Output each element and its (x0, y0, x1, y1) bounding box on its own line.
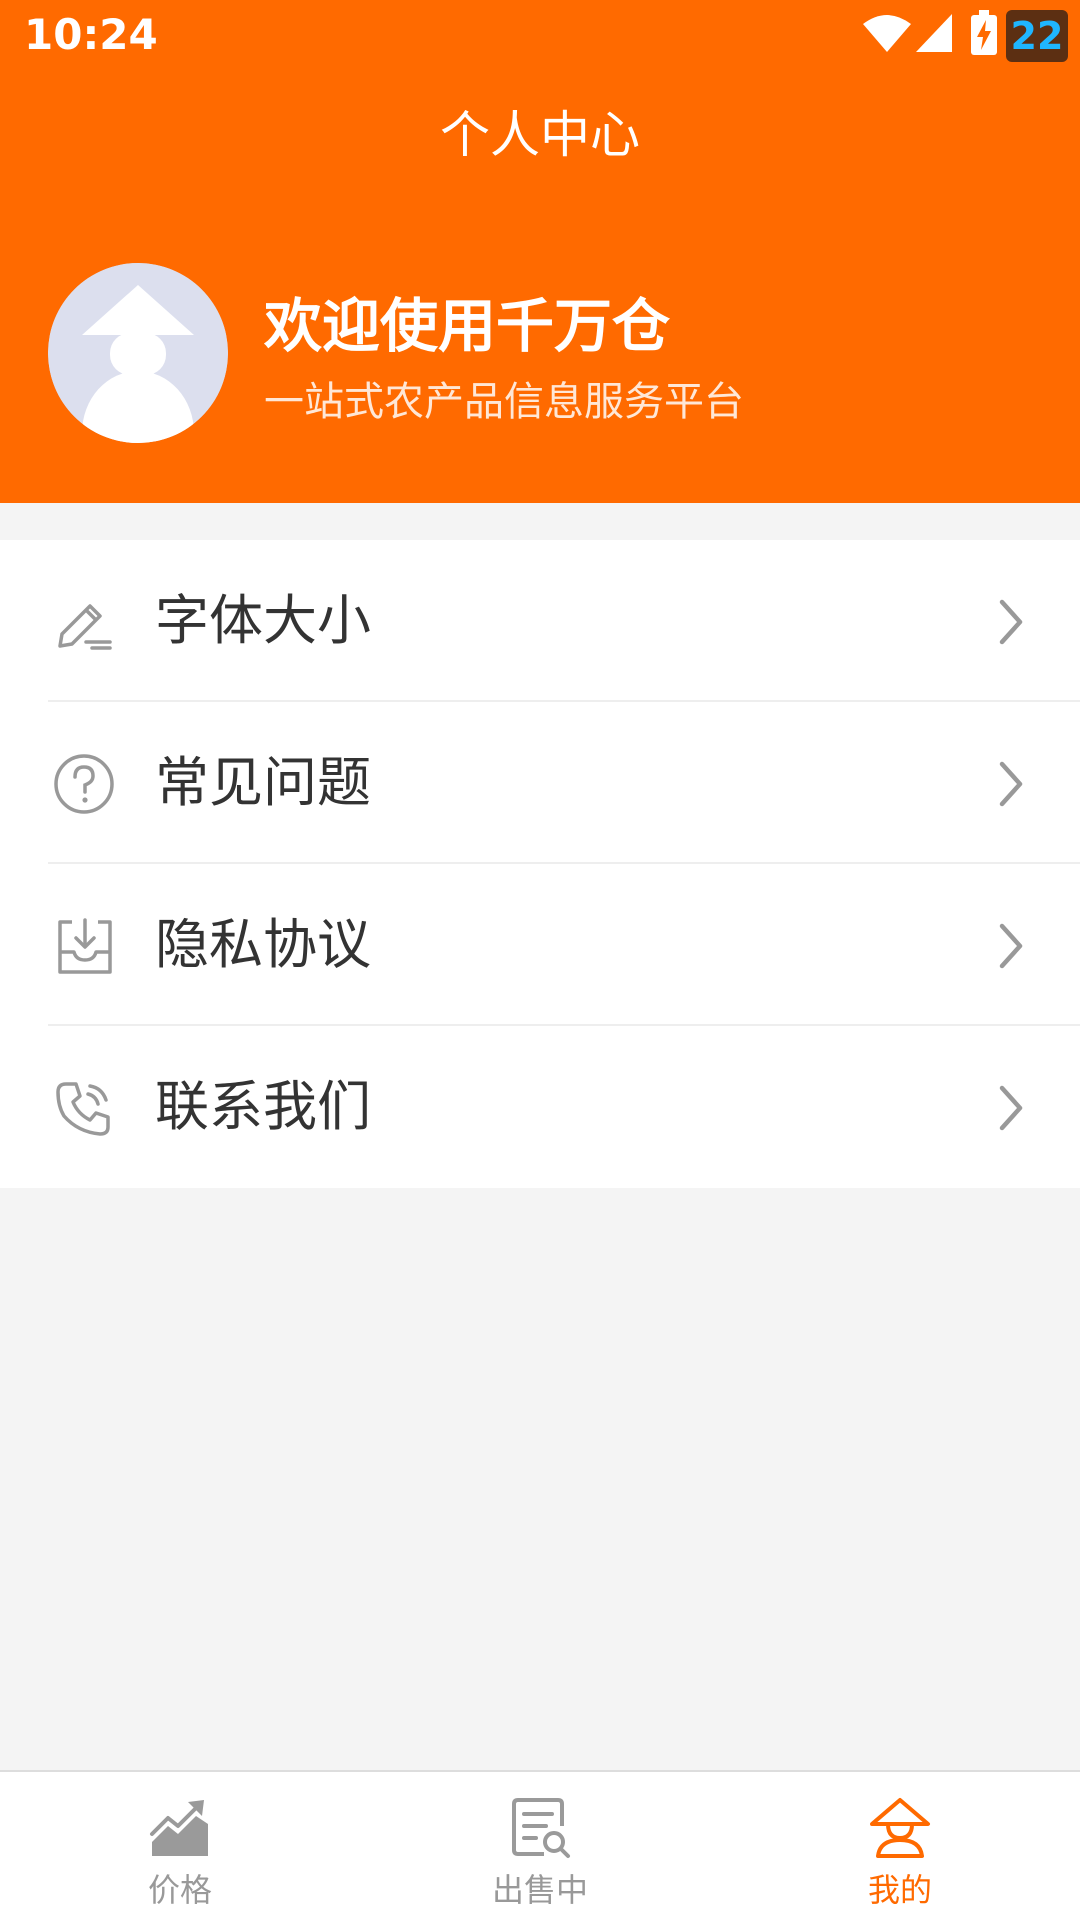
welcome-title: 欢迎使用千万仓 (264, 292, 671, 360)
menu-item-privacy-policy[interactable]: 隐私协议 (0, 864, 1080, 1026)
menu-item-label: 常见问题 (155, 751, 371, 814)
trend-chart-icon (150, 1800, 208, 1856)
chevron-right-icon (999, 923, 1023, 969)
document-search-icon (512, 1798, 570, 1858)
avatar[interactable] (48, 263, 228, 443)
tab-mine[interactable]: 我的 (720, 1772, 1080, 1920)
menu-item-label: 隐私协议 (155, 913, 371, 976)
page-title: 个人中心 (440, 106, 640, 164)
battery-charging-icon (971, 10, 997, 55)
menu-item-label: 联系我们 (155, 1075, 371, 1138)
inbox-download-icon (58, 918, 112, 974)
profile-user-icon (870, 1798, 930, 1858)
chevron-right-icon (999, 761, 1023, 807)
status-bar: 10:24 22 (0, 0, 1080, 72)
question-circle-icon (54, 754, 114, 814)
tab-on-sale[interactable]: 出售中 (360, 1772, 720, 1920)
chevron-right-icon (999, 599, 1023, 645)
status-time: 10:24 (24, 10, 158, 59)
menu-item-label: 字体大小 (155, 589, 371, 652)
tab-label: 价格 (147, 1871, 212, 1909)
tab-price[interactable]: 价格 (0, 1772, 360, 1920)
menu-item-faq[interactable]: 常见问题 (0, 702, 1080, 864)
menu-item-font-size[interactable]: 字体大小 (0, 540, 1080, 702)
tab-label: 出售中 (491, 1871, 588, 1909)
profile-header: 10:24 22 个人中心 欢迎使用千万仓 一站式农产品信息服务平台 (0, 0, 1080, 503)
signal-icon (916, 14, 952, 52)
personal-center-screen: 10:24 22 个人中心 欢迎使用千万仓 一站式农产品信息服务平台 字体大小 … (0, 0, 1080, 1920)
welcome-subtitle: 一站式农产品信息服务平台 (264, 379, 744, 425)
wifi-icon (863, 15, 911, 52)
tab-label: 我的 (867, 1871, 932, 1909)
battery-level-badge: 22 (1006, 10, 1068, 62)
chevron-right-icon (999, 1085, 1023, 1131)
phone-icon (56, 1082, 110, 1136)
default-avatar-icon (48, 263, 228, 443)
edit-pencil-icon (58, 604, 112, 650)
bottom-tab-bar: 价格 出售中 我的 (0, 1770, 1080, 1920)
settings-menu: 字体大小 常见问题 隐私协议 联系我们 (0, 540, 1080, 1188)
menu-item-contact-us[interactable]: 联系我们 (0, 1026, 1080, 1188)
